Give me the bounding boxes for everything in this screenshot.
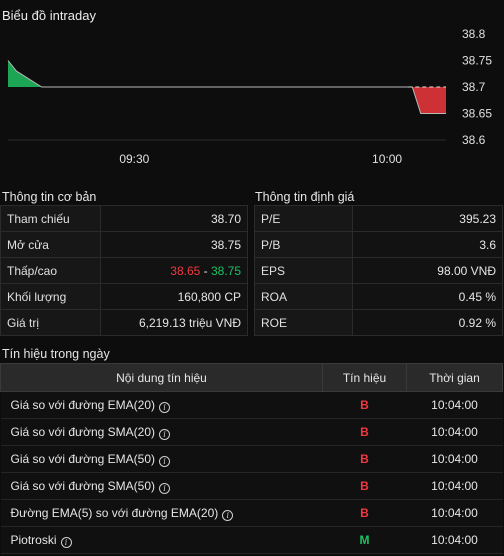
valuation-row: ROA 0.45 % [254, 283, 503, 310]
signals-table: Nội dung tín hiệu Tín hiệu Thời gian Giá… [0, 363, 503, 554]
valuation-row: EPS 98.00 VNĐ [254, 257, 503, 284]
row-label: P/E [254, 205, 353, 232]
y-tick-label: 38.6 [462, 133, 486, 147]
chart-title: Biểu đồ intraday [2, 8, 96, 23]
chart-down-area [412, 87, 446, 114]
signal-time: 10:04:00 [406, 445, 503, 473]
open-price: 38.75 [100, 231, 248, 258]
volume-value: 160,800 CP [100, 283, 248, 310]
info-icon[interactable]: i [159, 401, 170, 413]
pb-value: 3.6 [352, 231, 503, 258]
basic-info-row: Mở cửa 38.75 [0, 231, 248, 258]
reference-price: 38.70 [100, 205, 248, 232]
pe-value: 395.23 [352, 205, 503, 232]
chart-up-area [8, 60, 42, 87]
signal-desc-cell: Giá so với đường SMA(50) i [0, 472, 323, 500]
y-tick-label: 38.8 [462, 27, 486, 41]
valuation-info-title: Thông tin định giá [255, 190, 355, 204]
header-time: Thời gian [406, 363, 503, 392]
row-label: Thấp/cao [0, 257, 101, 284]
header-signal: Tín hiệu [322, 363, 407, 392]
chart-price-line [7, 60, 446, 114]
signal-value: B [322, 418, 407, 446]
header-signal-content: Nội dung tín hiệu [0, 363, 323, 392]
signal-desc: Giá so với đường SMA(20) [10, 424, 156, 439]
signal-time: 10:04:00 [406, 418, 503, 446]
basic-info-row: Tham chiếu 38.70 [0, 205, 248, 232]
basic-info-row: Thấp/cao 38.65 - 38.75 [0, 257, 248, 284]
basic-info-title: Thông tin cơ bản [2, 190, 97, 204]
signal-value: B [322, 472, 407, 500]
valuation-row: P/E 395.23 [254, 205, 503, 232]
basic-info-row: Giá trị 6,219.13 triệu VNĐ [0, 309, 248, 336]
x-tick-label: 09:30 [119, 152, 149, 166]
basic-info-table: Tham chiếu 38.70 Mở cửa 38.75 Thấp/cao 3… [0, 205, 248, 336]
signal-row: Đường EMA(5) so với đường EMA(20) i B 10:… [0, 499, 503, 527]
low-price: 38.65 [170, 263, 201, 278]
signal-row: Giá so với đường EMA(50) i B 10:04:00 [0, 445, 503, 473]
row-label: ROE [254, 309, 353, 336]
high-price: 38.75 [210, 263, 241, 278]
signal-desc: Giá so với đường SMA(50) [10, 478, 156, 493]
intraday-chart: 38.8 38.75 38.7 38.65 38.6 09:30 10:00 [7, 27, 492, 166]
row-label: Giá trị [0, 309, 101, 336]
signal-time: 10:04:00 [406, 499, 503, 527]
row-label: Mở cửa [0, 231, 101, 258]
row-label: ROA [254, 283, 353, 310]
row-label: Tham chiếu [0, 205, 101, 232]
signal-value: B [322, 391, 407, 419]
signals-title: Tín hiệu trong ngày [2, 347, 110, 361]
signal-value: M [322, 526, 407, 554]
x-tick-label: 10:00 [372, 152, 402, 166]
signal-row: Giá so với đường EMA(20) i B 10:04:00 [0, 391, 503, 419]
signal-value: B [322, 499, 407, 527]
info-icon[interactable]: i [60, 536, 72, 548]
signal-time: 10:04:00 [406, 472, 503, 500]
basic-info-row: Khối lượng 160,800 CP [0, 283, 248, 310]
signal-value: B [322, 445, 407, 473]
signal-row: Giá so với đường SMA(50) i B 10:04:00 [0, 472, 503, 500]
info-icon[interactable]: i [159, 455, 170, 467]
signal-row: Giá so với đường SMA(20) i B 10:04:00 [0, 418, 503, 446]
signal-desc: Giá so với đường EMA(50) [10, 451, 156, 466]
signal-desc-cell: Piotroski i [0, 526, 323, 554]
row-label: Khối lượng [0, 283, 101, 310]
info-icon[interactable]: i [159, 428, 170, 440]
valuation-row: P/B 3.6 [254, 231, 503, 258]
y-tick-label: 38.75 [462, 54, 492, 68]
valuation-row: ROE 0.92 % [254, 309, 503, 336]
signal-desc-cell: Giá so với đường SMA(20) i [0, 418, 323, 446]
row-label: P/B [254, 231, 353, 258]
y-tick-label: 38.65 [462, 107, 492, 121]
signal-time: 10:04:00 [406, 526, 503, 554]
signal-row: Piotroski i M 10:04:00 [0, 526, 503, 554]
info-icon[interactable]: i [222, 509, 234, 521]
trade-value: 6,219.13 triệu VNĐ [100, 309, 248, 336]
low-high-separator: - [200, 263, 211, 278]
y-tick-label: 38.7 [462, 80, 486, 94]
valuation-info-table: P/E 395.23 P/B 3.6 EPS 98.00 VNĐ ROA 0.4… [254, 205, 503, 336]
signal-time: 10:04:00 [406, 391, 503, 419]
info-icon[interactable]: i [159, 482, 170, 494]
signal-desc-cell: Đường EMA(5) so với đường EMA(20) i [0, 499, 323, 527]
low-high-price: 38.65 - 38.75 [100, 257, 248, 284]
roa-value: 0.45 % [352, 283, 503, 310]
signals-header-row: Nội dung tín hiệu Tín hiệu Thời gian [0, 363, 503, 392]
signal-desc-cell: Giá so với đường EMA(20) i [0, 391, 323, 419]
signal-desc: Piotroski [10, 532, 57, 547]
signal-desc: Đường EMA(5) so với đường EMA(20) [10, 505, 219, 520]
eps-value: 98.00 VNĐ [352, 257, 503, 284]
roe-value: 0.92 % [352, 309, 503, 336]
signal-desc-cell: Giá so với đường EMA(50) i [0, 445, 323, 473]
signal-desc: Giá so với đường EMA(20) [10, 397, 156, 412]
row-label: EPS [254, 257, 353, 284]
